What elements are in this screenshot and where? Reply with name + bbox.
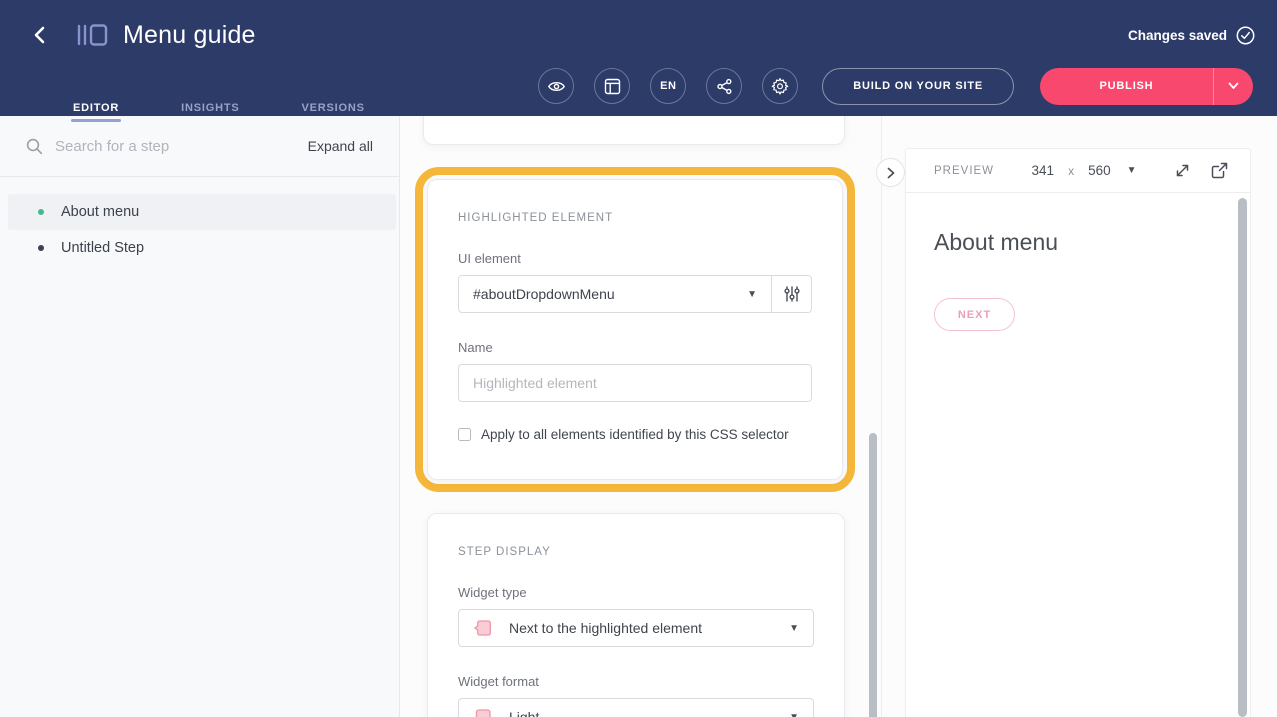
chevron-down-icon	[1228, 82, 1239, 90]
fullscreen-preview-button[interactable]	[1174, 162, 1191, 179]
ui-element-select[interactable]: #aboutDropdownMenu ▼	[458, 275, 772, 313]
preview-eye-button[interactable]	[538, 68, 574, 104]
highlighted-element-name-input[interactable]	[458, 364, 812, 402]
layout-panel-icon	[604, 78, 621, 95]
preview-width-value: 341	[1032, 163, 1055, 178]
ui-element-label: UI element	[458, 251, 812, 266]
step-search-input[interactable]	[55, 138, 308, 155]
tab-editor[interactable]: EDITOR	[73, 102, 119, 130]
selector-advanced-settings-button[interactable]	[772, 275, 812, 313]
preview-body: About menu NEXT	[906, 193, 1250, 717]
step-list: About menu Untitled Step	[0, 177, 399, 266]
navbar-tabs-row: EDITOR INSIGHTS VERSIONS EN	[0, 56, 1277, 116]
expand-diagonal-icon	[1174, 162, 1191, 179]
step-item-untitled-step[interactable]: Untitled Step	[8, 230, 396, 266]
preview-title: PREVIEW	[934, 165, 994, 177]
editor-tabs: EDITOR INSIGHTS VERSIONS	[73, 56, 427, 116]
name-label: Name	[458, 340, 812, 355]
gear-icon	[771, 77, 789, 95]
share-button[interactable]	[706, 68, 742, 104]
widget-format-value: Light	[509, 709, 539, 717]
preview-height-value: 560	[1088, 163, 1111, 178]
language-label: EN	[660, 80, 676, 92]
chevron-left-icon	[32, 26, 48, 44]
ui-element-value: #aboutDropdownMenu	[473, 286, 615, 302]
step-item-label: About menu	[61, 204, 139, 220]
section-title: HIGHLIGHTED ELEMENT	[458, 212, 812, 224]
widget-type-label: Widget type	[458, 585, 814, 600]
back-button[interactable]	[28, 23, 52, 47]
settings-button[interactable]	[762, 68, 798, 104]
previous-settings-card	[423, 116, 845, 145]
editor-scrollbar-thumb[interactable]	[869, 433, 877, 717]
share-icon	[716, 78, 733, 95]
chevron-down-icon: ▼	[1127, 165, 1137, 176]
top-navbar: Menu guide Changes saved EDITOR INSIGHTS…	[0, 0, 1277, 116]
changes-saved-label: Changes saved	[1128, 28, 1227, 43]
preview-step-title: About menu	[934, 229, 1222, 256]
search-icon	[26, 138, 43, 155]
chevron-right-icon	[887, 167, 895, 179]
apply-all-checkbox[interactable]	[458, 428, 471, 441]
product-logo-icon	[74, 20, 110, 50]
highlighted-element-card: HIGHLIGHTED ELEMENT UI element #aboutDro…	[427, 179, 843, 480]
apply-all-checkbox-label: Apply to all elements identified by this…	[481, 427, 789, 442]
step-item-label: Untitled Step	[61, 240, 144, 256]
preview-size-select[interactable]: 341 x 560 ▼	[1032, 163, 1137, 178]
eye-icon	[547, 77, 566, 96]
preview-panel: PREVIEW 341 x 560 ▼ About menu NEXT	[905, 148, 1251, 717]
widget-type-value: Next to the highlighted element	[509, 620, 702, 636]
step-editor-column: HIGHLIGHTED ELEMENT UI element #aboutDro…	[400, 116, 882, 717]
tooltip-widget-icon	[473, 618, 493, 638]
preview-header: PREVIEW 341 x 560 ▼	[906, 149, 1250, 193]
sliders-icon	[783, 285, 801, 303]
navbar-actions: EN BUILD ON YOUR SITE PUBLISH	[538, 68, 1253, 105]
step-item-about-menu[interactable]: About menu	[8, 194, 396, 230]
chevron-down-icon: ▼	[789, 623, 799, 634]
chevron-down-icon: ▼	[747, 289, 757, 300]
external-link-icon	[1211, 162, 1228, 179]
apply-all-checkbox-row[interactable]: Apply to all elements identified by this…	[458, 427, 812, 442]
build-on-your-site-button[interactable]: BUILD ON YOUR SITE	[822, 68, 1014, 105]
widget-format-select[interactable]: Light ▼	[458, 698, 814, 717]
steps-sidebar: Expand all About menu Untitled Step	[0, 116, 400, 717]
section-title: STEP DISPLAY	[458, 546, 814, 558]
expand-all-link[interactable]: Expand all	[308, 138, 373, 154]
app-window: Menu guide Changes saved EDITOR INSIGHTS…	[0, 0, 1277, 717]
collapse-preview-button[interactable]	[876, 158, 905, 187]
navbar-title-row: Menu guide Changes saved	[0, 0, 1277, 56]
ui-element-select-group: #aboutDropdownMenu ▼	[458, 275, 812, 313]
preview-size-separator: x	[1068, 164, 1074, 178]
step-display-card: STEP DISPLAY Widget type Next to the hig…	[427, 513, 845, 717]
check-circle-icon	[1236, 26, 1255, 45]
preview-next-button[interactable]: NEXT	[934, 298, 1015, 331]
light-format-icon	[473, 707, 493, 717]
changes-saved-status: Changes saved	[1128, 26, 1255, 45]
publish-button[interactable]: PUBLISH	[1040, 68, 1253, 105]
page-title: Menu guide	[123, 21, 256, 50]
publish-dropdown-toggle[interactable]	[1213, 68, 1253, 105]
language-button[interactable]: EN	[650, 68, 686, 104]
tab-insights[interactable]: INSIGHTS	[181, 102, 239, 130]
widget-format-label: Widget format	[458, 674, 814, 689]
highlighted-element-ring: HIGHLIGHTED ELEMENT UI element #aboutDro…	[415, 167, 855, 492]
publish-label: PUBLISH	[1040, 68, 1213, 105]
widget-type-select[interactable]: Next to the highlighted element ▼	[458, 609, 814, 647]
open-in-new-tab-button[interactable]	[1211, 162, 1228, 179]
chevron-down-icon: ▼	[789, 712, 799, 717]
preview-scrollbar-thumb[interactable]	[1238, 198, 1247, 717]
preview-header-icons	[1174, 162, 1228, 179]
tab-versions[interactable]: VERSIONS	[302, 102, 365, 130]
step-status-dot	[38, 245, 44, 251]
step-status-dot	[38, 209, 44, 215]
layout-button[interactable]	[594, 68, 630, 104]
